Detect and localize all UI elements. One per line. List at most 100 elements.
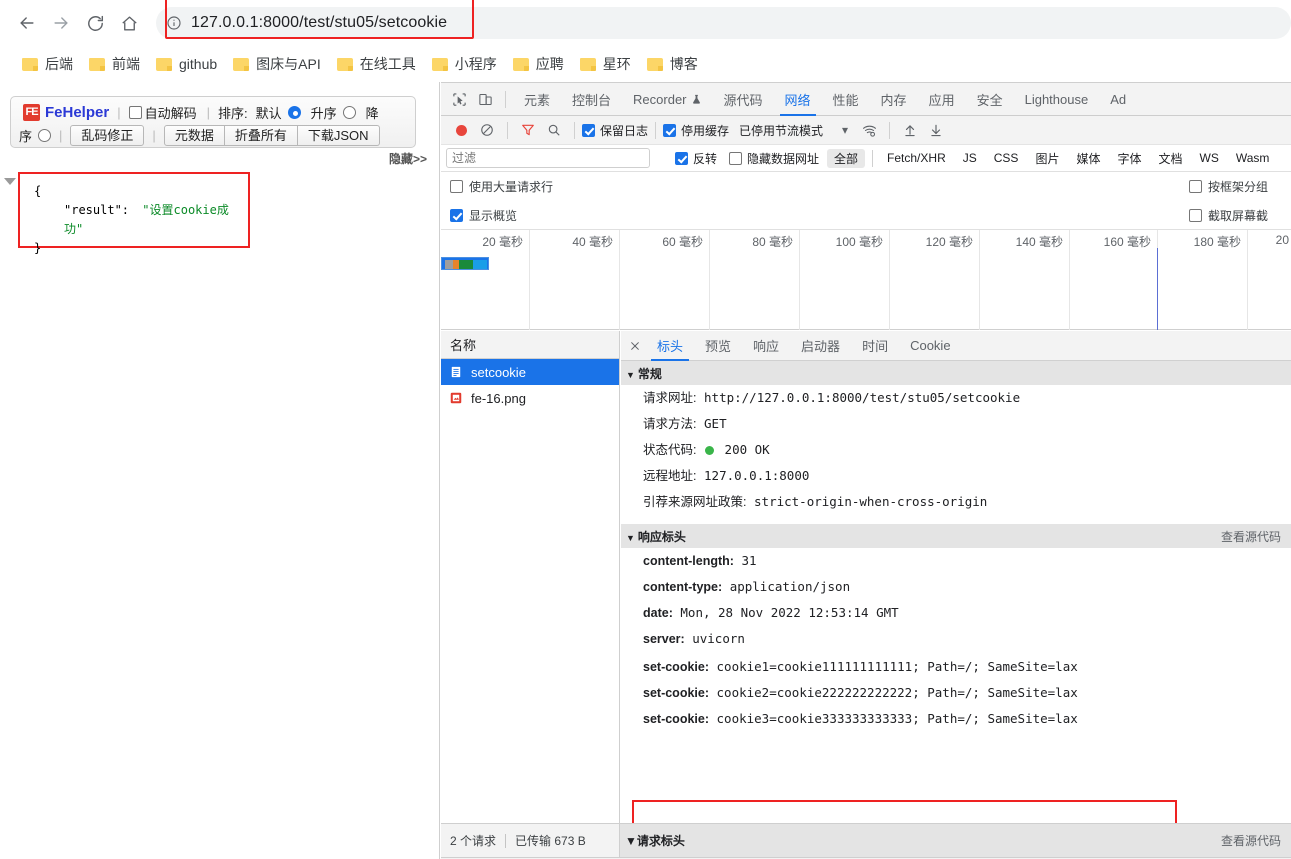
request-row-setcookie[interactable]: setcookie bbox=[441, 359, 619, 385]
record-dot-icon[interactable] bbox=[448, 117, 474, 143]
disable-cache-option[interactable]: 停用缓存 bbox=[663, 122, 729, 139]
network-conditions-icon[interactable] bbox=[856, 117, 882, 143]
preserve-log-checkbox[interactable] bbox=[582, 123, 595, 137]
fehelper-logo-label: FeHelper bbox=[45, 103, 110, 121]
tab-lighthouse[interactable]: Lighthouse bbox=[1014, 83, 1100, 116]
cursor-inspect-icon[interactable] bbox=[446, 86, 472, 112]
bookmark-xinghuan[interactable]: 星环 bbox=[572, 50, 639, 78]
auto-decode-checkbox[interactable] bbox=[128, 105, 142, 119]
bookmark-tuchuang-api[interactable]: 图床与API bbox=[225, 50, 329, 78]
type-filter-font[interactable]: 字体 bbox=[1110, 149, 1148, 168]
collapse-all-button[interactable]: 折叠所有 bbox=[224, 124, 298, 146]
tab-memory[interactable]: 内存 bbox=[870, 83, 918, 116]
group-by-frame-checkbox[interactable] bbox=[1189, 180, 1202, 193]
group-by-frame-option[interactable]: 按框架分组 bbox=[1189, 178, 1268, 195]
network-overview-timeline[interactable]: 20 毫秒 40 毫秒 60 毫秒 80 毫秒 100 毫秒 120 毫秒 14… bbox=[441, 230, 1291, 330]
detail-tab-initiator[interactable]: 启动器 bbox=[790, 331, 851, 361]
address-bar[interactable]: 127.0.0.1:8000/test/stu05/setcookie bbox=[156, 7, 1291, 39]
bookmark-yingpin[interactable]: 应聘 bbox=[505, 50, 572, 78]
tab-network[interactable]: 网络 bbox=[774, 83, 822, 116]
filter-input[interactable] bbox=[446, 148, 650, 168]
sort-option-default-radio[interactable] bbox=[287, 105, 301, 119]
download-json-button[interactable]: 下载JSON bbox=[297, 124, 380, 146]
detail-tab-headers[interactable]: 标头 bbox=[646, 331, 694, 361]
invert-checkbox[interactable] bbox=[675, 151, 688, 165]
type-filter-wasm[interactable]: Wasm bbox=[1229, 150, 1277, 166]
funnel-filter-icon[interactable] bbox=[515, 117, 541, 143]
bookmark-qianduan[interactable]: 前端 bbox=[81, 50, 148, 78]
tab-adblock[interactable]: Ad bbox=[1099, 83, 1137, 116]
hide-data-urls-option[interactable]: 隐藏数据网址 bbox=[729, 150, 819, 167]
bookmark-label: 在线工具 bbox=[359, 56, 416, 72]
tab-sources[interactable]: 源代码 bbox=[713, 83, 774, 116]
type-filter-css[interactable]: CSS bbox=[987, 150, 1026, 166]
fehelper-toolbar-row-2: 序 | 乱码修正 | 元数据 折叠所有 下载JSON bbox=[11, 123, 415, 147]
request-row-fe16png[interactable]: fe-16.png bbox=[441, 385, 619, 411]
divider: | bbox=[59, 127, 63, 143]
tab-security[interactable]: 安全 bbox=[966, 83, 1014, 116]
json-collapse-arrow-icon[interactable] bbox=[4, 178, 16, 185]
detail-tab-timing[interactable]: 时间 bbox=[851, 331, 899, 361]
bookmark-github[interactable]: github bbox=[148, 50, 225, 78]
request-list-column-header[interactable]: 名称 bbox=[441, 331, 619, 359]
metadata-button[interactable]: 元数据 bbox=[163, 124, 225, 146]
type-filter-fetch-xhr[interactable]: Fetch/XHR bbox=[880, 150, 953, 166]
bookmark-xiaochengxu[interactable]: 小程序 bbox=[424, 50, 505, 78]
info-circle-icon[interactable] bbox=[166, 15, 182, 31]
tab-performance[interactable]: 性能 bbox=[822, 83, 870, 116]
hide-data-urls-checkbox[interactable] bbox=[729, 151, 743, 165]
detail-tab-response[interactable]: 响应 bbox=[742, 331, 790, 361]
show-overview-checkbox[interactable] bbox=[450, 209, 463, 222]
big-request-rows-option[interactable]: 使用大量请求行 bbox=[450, 178, 553, 195]
preserve-log-option[interactable]: 保留日志 bbox=[582, 122, 648, 139]
sort-option-desc-label-part1: 降 bbox=[365, 105, 379, 121]
device-toolbar-icon[interactable] bbox=[472, 86, 498, 112]
fix-garbled-button[interactable]: 乱码修正 bbox=[70, 124, 145, 146]
bookmark-houduan[interactable]: 后端 bbox=[14, 50, 81, 78]
clear-circle-slash-icon[interactable] bbox=[474, 117, 500, 143]
type-filter-ws[interactable]: WS bbox=[1193, 150, 1226, 166]
capture-screenshots-checkbox[interactable] bbox=[1189, 209, 1202, 222]
detail-tab-preview[interactable]: 预览 bbox=[694, 331, 742, 361]
home-button[interactable] bbox=[112, 6, 146, 40]
invert-option[interactable]: 反转 bbox=[675, 150, 717, 167]
type-filter-media[interactable]: 媒体 bbox=[1069, 149, 1107, 168]
disable-cache-checkbox[interactable] bbox=[663, 123, 677, 137]
type-filter-js[interactable]: JS bbox=[956, 150, 984, 166]
bookmark-label: 图床与API bbox=[256, 56, 321, 72]
download-har-icon[interactable] bbox=[923, 117, 949, 143]
request-headers-section-header[interactable]: ▼请求标头 查看源代码 bbox=[620, 823, 1291, 858]
detail-tab-cookies[interactable]: Cookie bbox=[899, 331, 961, 361]
capture-screenshots-option[interactable]: 截取屏幕截 bbox=[1189, 207, 1268, 224]
bookmark-boke[interactable]: 博客 bbox=[639, 50, 706, 78]
type-filter-doc[interactable]: 文档 bbox=[1151, 149, 1189, 168]
response-headers-section-header[interactable]: ▼ 响应标头 查看源代码 bbox=[621, 524, 1291, 548]
tab-elements[interactable]: 元素 bbox=[513, 83, 561, 116]
reload-button[interactable] bbox=[78, 6, 112, 40]
overview-tick-label: 100 毫秒 bbox=[835, 235, 883, 249]
chevron-down-icon[interactable]: ▾ bbox=[842, 123, 848, 137]
view-source-link[interactable]: 查看源代码 bbox=[1221, 528, 1281, 545]
big-request-rows-checkbox[interactable] bbox=[450, 180, 463, 193]
search-icon[interactable] bbox=[541, 117, 567, 143]
tab-recorder[interactable]: Recorder bbox=[622, 83, 712, 116]
view-source-link[interactable]: 查看源代码 bbox=[1221, 832, 1281, 849]
general-section-header[interactable]: ▼ 常规 bbox=[621, 361, 1291, 385]
tab-application[interactable]: 应用 bbox=[918, 83, 966, 116]
type-filter-img[interactable]: 图片 bbox=[1028, 149, 1066, 168]
type-filter-all[interactable]: 全部 bbox=[827, 148, 866, 168]
bookmark-zaixian-gongju[interactable]: 在线工具 bbox=[329, 50, 424, 78]
show-overview-option[interactable]: 显示概览 bbox=[450, 207, 517, 224]
close-icon[interactable] bbox=[624, 331, 646, 361]
tab-console[interactable]: 控制台 bbox=[561, 83, 622, 116]
back-button[interactable] bbox=[10, 6, 44, 40]
upload-har-icon[interactable] bbox=[897, 117, 923, 143]
bookmark-label: 星环 bbox=[602, 56, 631, 72]
sort-option-asc-radio[interactable] bbox=[342, 105, 356, 119]
fehelper-hide-link[interactable]: 隐藏>> bbox=[389, 150, 427, 167]
forward-button[interactable] bbox=[44, 6, 78, 40]
throttling-dropdown[interactable]: 已停用节流模式 ▾ bbox=[739, 122, 848, 139]
sort-option-desc-radio[interactable] bbox=[38, 128, 52, 142]
fehelper-logo[interactable]: FE FeHelper bbox=[23, 103, 110, 121]
detail-tab-label: 响应 bbox=[753, 339, 780, 354]
